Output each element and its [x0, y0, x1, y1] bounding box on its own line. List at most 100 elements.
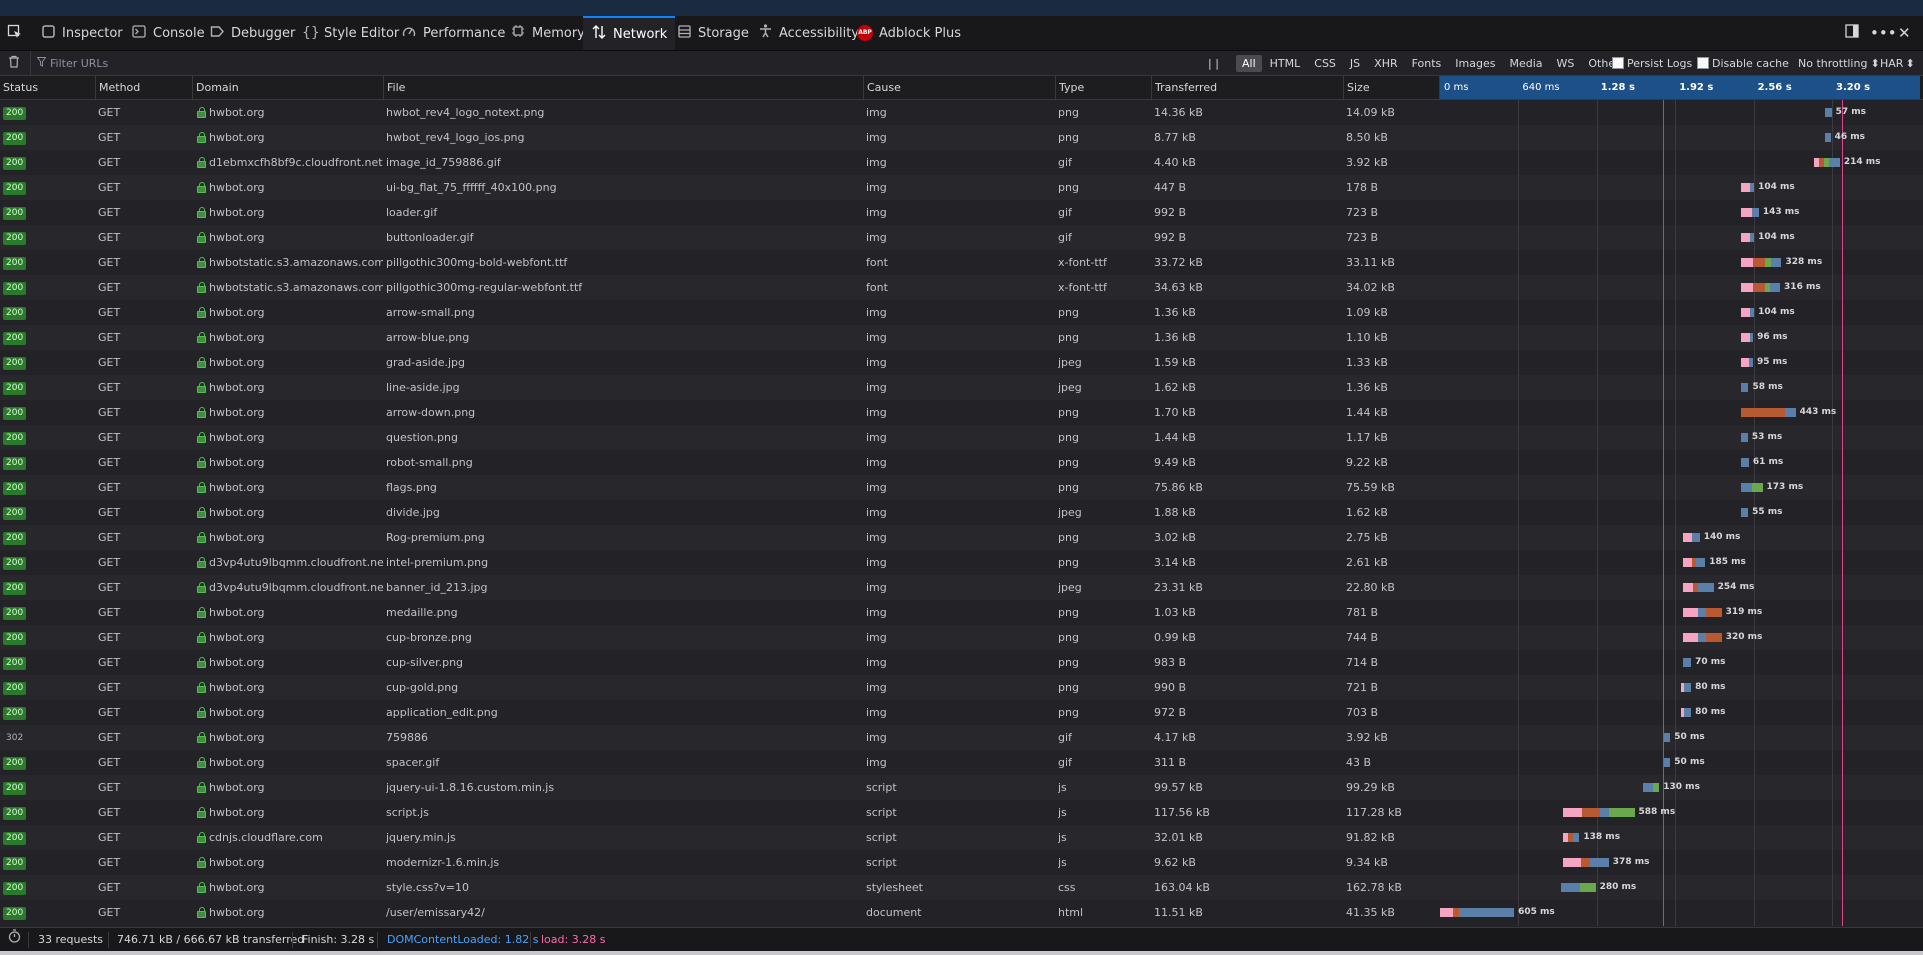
request-row[interactable]: 200 GET hwbot.org medaille.png img png 1.03 kB… [0, 600, 1923, 625]
request-row[interactable]: 200 GET hwbot.org jquery-ui-1.8.16.custom.m… [0, 775, 1923, 800]
timing-bar[interactable] [1664, 733, 1671, 742]
timing-bar[interactable] [1681, 683, 1692, 692]
clear-button[interactable] [8, 51, 20, 75]
tab-console[interactable]: Console [131, 16, 205, 50]
timing-bar[interactable] [1741, 183, 1755, 192]
timing-bar[interactable] [1741, 283, 1781, 292]
column-header-status[interactable]: Status [0, 76, 96, 99]
dock-button[interactable] [1845, 16, 1859, 50]
type-filter-ws[interactable]: WS [1551, 55, 1581, 72]
column-header-type[interactable]: Type [1056, 76, 1152, 99]
timing-bar[interactable] [1741, 308, 1755, 317]
column-header-size[interactable]: Size [1344, 76, 1440, 99]
request-row[interactable]: 200 GET hwbot.org ui-bg_flat_75_ffffff_40x1… [0, 175, 1923, 200]
tab-inspector[interactable]: Inspector [40, 16, 123, 50]
filter-urls-input[interactable]: Filter URLs [30, 51, 1207, 75]
timing-bar[interactable] [1824, 108, 1832, 117]
timing-bar[interactable] [1741, 408, 1796, 417]
request-row[interactable]: 200 GET hwbot.org script.js script js 117.56 k… [0, 800, 1923, 825]
tab-debugger[interactable]: Debugger [209, 16, 295, 50]
timing-bar[interactable] [1741, 358, 1753, 367]
timing-bar[interactable] [1682, 658, 1692, 667]
type-filter-all[interactable]: All [1236, 54, 1262, 72]
request-row[interactable]: 200 GET hwbot.org question.png img png 1.44 kB… [0, 425, 1923, 450]
timing-bar[interactable] [1813, 158, 1840, 167]
timing-bar[interactable] [1682, 633, 1722, 642]
request-row[interactable]: 200 GET cdnjs.cloudflare.com jquery.min.js s… [0, 825, 1923, 850]
column-header-waterfall[interactable]: 0 ms 640 ms 1.28 s 1.92 s 2.56 s 3.20 s [1440, 76, 1920, 99]
column-header-method[interactable]: Method [96, 76, 193, 99]
request-row[interactable]: 200 GET hwbot.org modernizr-1.6.min.js scrip… [0, 850, 1923, 875]
request-row[interactable]: 200 GET hwbot.org arrow-down.png img png 1.70 … [0, 400, 1923, 425]
request-row[interactable]: 200 GET hwbot.org spacer.gif img gif 311 B 43 B [0, 750, 1923, 775]
type-filter-js[interactable]: JS [1344, 55, 1366, 72]
throttling-select[interactable]: No throttling ⬍ [1798, 51, 1880, 75]
performance-analysis-button[interactable] [8, 928, 21, 952]
pause-button[interactable]: | | [1208, 51, 1219, 75]
timing-bar[interactable] [1741, 483, 1763, 492]
column-header-transferred[interactable]: Transferred [1152, 76, 1344, 99]
request-row[interactable]: 200 GET d1ebmxcfh8bf9c.cloudfront.net image… [0, 150, 1923, 175]
timing-bar[interactable] [1741, 433, 1748, 442]
tab-adblock-plus[interactable]: ABP Adblock Plus [857, 16, 961, 50]
timing-bar[interactable] [1741, 258, 1782, 267]
element-picker-button[interactable] [6, 16, 22, 50]
request-row[interactable]: 200 GET hwbot.org Rog-premium.png img png 3.02… [0, 525, 1923, 550]
request-row[interactable]: 200 GET hwbot.org style.css?v=10 stylesheet c… [0, 875, 1923, 900]
request-row[interactable]: 200 GET hwbot.org arrow-small.png img png 1.36… [0, 300, 1923, 325]
tab-memory[interactable]: Memory [510, 16, 585, 50]
request-row[interactable]: 200 GET hwbot.org divide.jpg img jpeg 1.88 kB 1… [0, 500, 1923, 525]
timing-bar[interactable] [1741, 333, 1754, 342]
timing-bar[interactable] [1741, 383, 1749, 392]
tab-network[interactable]: Network [583, 16, 676, 50]
request-row[interactable]: 200 GET hwbot.org arrow-blue.png img png 1.36 … [0, 325, 1923, 350]
timing-bar[interactable] [1643, 783, 1660, 792]
request-row[interactable]: 200 GET d3vp4utu9lbqmm.cloudfront.net banne… [0, 575, 1923, 600]
timing-bar[interactable] [1562, 808, 1635, 817]
type-filter-xhr[interactable]: XHR [1368, 55, 1403, 72]
har-menu-button[interactable]: HAR ⬍ [1880, 51, 1915, 75]
timing-bar[interactable] [1682, 583, 1714, 592]
type-filter-media[interactable]: Media [1503, 55, 1548, 72]
tab-performance[interactable]: Performance [401, 16, 505, 50]
request-row[interactable]: 200 GET hwbot.org robot-small.png img png 9.49… [0, 450, 1923, 475]
request-row[interactable]: 200 GET d3vp4utu9lbqmm.cloudfront.net intel… [0, 550, 1923, 575]
request-row[interactable]: 200 GET hwbotstatic.s3.amazonaws.com pillgo… [0, 250, 1923, 275]
timing-bar[interactable] [1824, 133, 1831, 142]
tab-style-editor[interactable]: {} Style Editor [302, 16, 399, 50]
tab-accessibility[interactable]: Accessibility [757, 16, 859, 50]
type-filter-images[interactable]: Images [1449, 55, 1501, 72]
request-row[interactable]: 200 GET hwbot.org cup-silver.png img png 983 B… [0, 650, 1923, 675]
persist-logs-checkbox[interactable]: Persist Logs [1612, 51, 1692, 75]
close-devtools-button[interactable]: ✕ [1898, 16, 1911, 50]
timing-bar[interactable] [1741, 458, 1749, 467]
timing-bar[interactable] [1682, 608, 1722, 617]
timing-bar[interactable] [1681, 708, 1692, 717]
request-row[interactable]: 200 GET hwbot.org cup-bronze.png img png 0.99 … [0, 625, 1923, 650]
request-row[interactable]: 200 GET hwbot.org line-aside.jpg img jpeg 1.62… [0, 375, 1923, 400]
timing-bar[interactable] [1682, 558, 1706, 567]
timing-bar[interactable] [1741, 508, 1749, 517]
request-row[interactable]: 200 GET hwbot.org/user/emissary42/document… [0, 900, 1923, 925]
tab-storage[interactable]: Storage [676, 16, 749, 50]
timing-bar[interactable] [1440, 908, 1515, 917]
timing-bar[interactable] [1561, 883, 1596, 892]
timing-bar[interactable] [1741, 233, 1755, 242]
column-header-file[interactable]: File [384, 76, 864, 99]
request-row[interactable]: 200 GET hwbot.org buttonloader.gif img gif 992… [0, 225, 1923, 250]
request-row[interactable]: 200 GET hwbot.org hwbot_rev4_logo_ios.png im… [0, 125, 1923, 150]
timing-bar[interactable] [1682, 533, 1700, 542]
disable-cache-checkbox[interactable]: Disable cache [1697, 51, 1789, 75]
timing-bar[interactable] [1741, 208, 1759, 217]
column-header-cause[interactable]: Cause [864, 76, 1056, 99]
request-row[interactable]: 302 GET hwbot.org 759886 img gif 4.17 kB 3.92 k… [0, 725, 1923, 750]
type-filter-html[interactable]: HTML [1264, 55, 1307, 72]
request-row[interactable]: 200 GET hwbot.org application_edit.png img pn… [0, 700, 1923, 725]
type-filter-fonts[interactable]: Fonts [1406, 55, 1448, 72]
type-filter-css[interactable]: CSS [1308, 55, 1342, 72]
request-row[interactable]: 200 GET hwbot.org loader.gif img gif 992 B 723 … [0, 200, 1923, 225]
request-row[interactable]: 200 GET hwbot.org cup-gold.png img png 990 B 72… [0, 675, 1923, 700]
more-options-button[interactable]: ••• [1870, 16, 1897, 50]
request-row[interactable]: 200 GET hwbot.org flags.png img png 75.86 kB 75… [0, 475, 1923, 500]
column-header-domain[interactable]: Domain [193, 76, 384, 99]
